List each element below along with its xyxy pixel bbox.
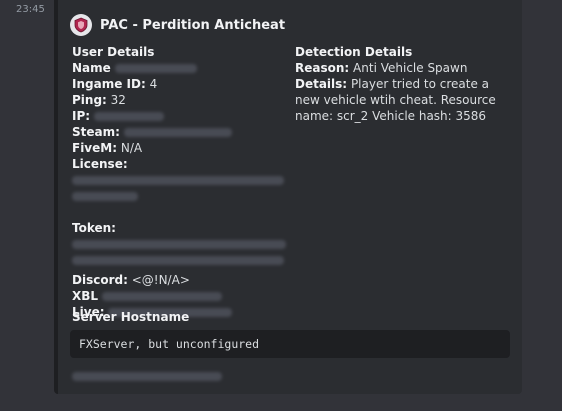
license-value-line-2 [72, 188, 292, 204]
license-row: License: [72, 156, 292, 172]
reason-value: Anti Vehicle Spawn [353, 61, 468, 75]
license-label: License: [72, 157, 128, 171]
embed-author: PAC - Perdition Anticheat [70, 14, 285, 36]
redacted-name [114, 64, 197, 73]
fivem-value: N/A [120, 141, 143, 155]
steam-row: Steam: [72, 124, 292, 140]
message-timestamp: 23:45 [16, 4, 45, 15]
redacted-footer [72, 372, 222, 381]
server-hostname-title: Server Hostname [72, 310, 190, 324]
ping-row: Ping: 32 [72, 92, 292, 108]
server-hostname-codeblock[interactable]: FXServer, but unconfigured [70, 330, 510, 358]
redacted-token-1 [72, 240, 286, 249]
ping-value: 32 [110, 93, 126, 107]
name-label: Name [72, 61, 111, 75]
ping-label: Ping: [72, 93, 107, 107]
ingame-id-label: Ingame ID: [72, 77, 146, 91]
steam-label: Steam: [72, 125, 120, 139]
license-value-line-1 [72, 172, 292, 188]
details-row: Details: Player tried to create a new ve… [295, 76, 501, 124]
token-value-line-1 [72, 236, 292, 252]
redacted-xbl [101, 292, 222, 301]
reason-label: Reason: [295, 61, 350, 75]
redacted-license-1 [72, 176, 284, 185]
redacted-ip [93, 112, 164, 121]
redacted-license-2 [72, 192, 138, 201]
user-details-field: User Details Name Ingame ID: 4 Ping: 32 … [72, 44, 292, 320]
detection-details-title: Detection Details [295, 45, 413, 59]
detection-details-field: Detection Details Reason: Anti Vehicle S… [295, 44, 501, 124]
ingame-id-value: 4 [149, 77, 158, 91]
details-label: Details: [295, 77, 348, 91]
embed-card: PAC - Perdition Anticheat User Details N… [54, 0, 522, 394]
xbl-row: XBL [72, 288, 292, 304]
redacted-token-2 [72, 256, 284, 265]
ip-row: IP: [72, 108, 292, 124]
user-details-title: User Details [72, 45, 155, 59]
fivem-label: FiveM: [72, 141, 118, 155]
ingame-id-row: Ingame ID: 4 [72, 76, 292, 92]
discord-row: Discord: <@!N/A> [72, 272, 292, 288]
shield-logo-icon [70, 14, 92, 36]
name-row: Name [72, 60, 292, 76]
embed-author-name: PAC - Perdition Anticheat [100, 17, 286, 33]
discord-label: Discord: [72, 273, 128, 287]
token-label: Token: [72, 221, 116, 235]
xbl-label: XBL [72, 289, 99, 303]
token-value-line-2 [72, 252, 292, 268]
discord-value: <@!N/A> [131, 273, 190, 287]
embed-footer [72, 366, 222, 385]
redacted-steam [123, 128, 232, 137]
reason-row: Reason: Anti Vehicle Spawn [295, 60, 501, 76]
fivem-row: FiveM: N/A [72, 140, 292, 156]
ip-label: IP: [72, 109, 91, 123]
token-row: Token: [72, 220, 292, 236]
